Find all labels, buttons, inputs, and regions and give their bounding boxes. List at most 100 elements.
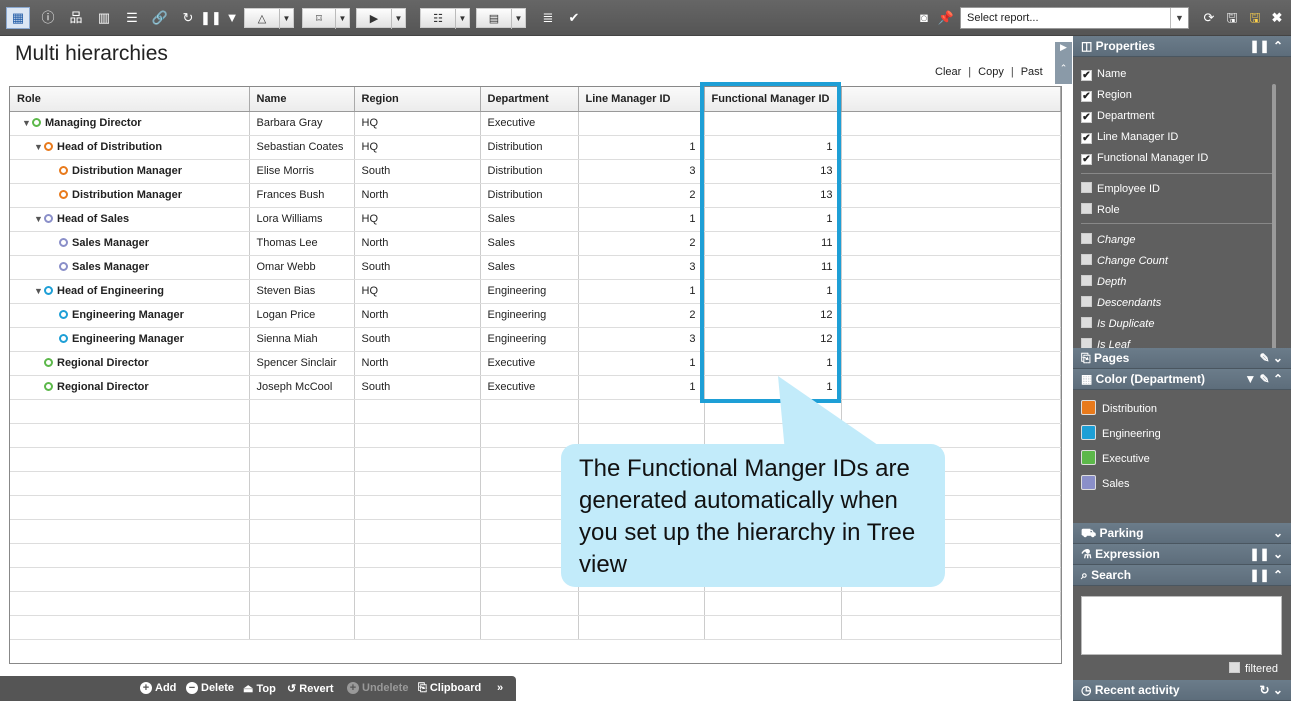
- recent-activity-header[interactable]: ◷ Recent activity ↻ ⌄: [1073, 680, 1291, 701]
- camera-icon[interactable]: ◙: [914, 8, 934, 28]
- role-cell[interactable]: ▼ Head of Sales: [10, 207, 250, 232]
- empty-cell[interactable]: [841, 111, 1061, 136]
- property-item[interactable]: Depth: [1081, 275, 1126, 288]
- add-button[interactable]: + Add: [140, 682, 176, 694]
- region-cell[interactable]: HQ: [354, 135, 481, 160]
- name-cell[interactable]: Elise Morris: [249, 159, 355, 184]
- role-cell[interactable]: Sales Manager: [10, 255, 250, 280]
- layout-dropdown[interactable]: ▤ ▼: [476, 8, 526, 29]
- line-manager-id-cell[interactable]: [578, 111, 705, 136]
- empty-cell[interactable]: [841, 399, 1061, 424]
- empty-cell[interactable]: [249, 567, 355, 592]
- department-cell[interactable]: Engineering: [480, 279, 579, 304]
- empty-cell[interactable]: [249, 519, 355, 544]
- department-cell[interactable]: Engineering: [480, 303, 579, 328]
- check-icon[interactable]: ✔: [564, 8, 584, 28]
- shape-dropdown[interactable]: △ ▼: [244, 8, 294, 29]
- table-row[interactable]: [10, 615, 1061, 640]
- empty-cell[interactable]: [354, 591, 481, 616]
- chart-view-icon[interactable]: ▥: [94, 8, 114, 28]
- empty-cell[interactable]: [841, 279, 1061, 304]
- empty-cell[interactable]: [841, 135, 1061, 160]
- name-cell[interactable]: Omar Webb: [249, 255, 355, 280]
- color-legend-item[interactable]: Executive: [1081, 450, 1150, 465]
- line-manager-id-cell[interactable]: 2: [578, 183, 705, 208]
- report-select[interactable]: Select report... ▼: [960, 7, 1189, 29]
- checkbox[interactable]: [1229, 662, 1240, 673]
- department-cell[interactable]: Distribution: [480, 183, 579, 208]
- property-item[interactable]: Employee ID: [1081, 182, 1160, 195]
- table-row[interactable]: ▼ Managing Director Barbara Gray HQ Executiv…: [10, 111, 1061, 136]
- checkbox[interactable]: ✔: [1081, 112, 1092, 123]
- name-cell[interactable]: Lora Williams: [249, 207, 355, 232]
- table-row[interactable]: [10, 591, 1061, 616]
- chevron-down-icon[interactable]: ⌄: [1273, 523, 1283, 544]
- top-button[interactable]: ⏏ Top: [243, 682, 276, 695]
- search-header[interactable]: ⌕ Search ❚❚ ⌃: [1073, 565, 1291, 586]
- property-item[interactable]: ✔ Region: [1081, 89, 1132, 102]
- color-legend-item[interactable]: Sales: [1081, 475, 1130, 490]
- empty-cell[interactable]: [841, 375, 1061, 400]
- empty-cell[interactable]: [354, 567, 481, 592]
- pages-header[interactable]: ⎘ Pages ✎ ⌄: [1073, 348, 1291, 369]
- refresh-icon[interactable]: ↻: [178, 8, 198, 28]
- color-swatch[interactable]: [1081, 450, 1096, 465]
- empty-cell[interactable]: [841, 231, 1061, 256]
- more-button[interactable]: »: [497, 682, 503, 694]
- region-cell[interactable]: North: [354, 351, 481, 376]
- empty-cell[interactable]: [249, 423, 355, 448]
- collapse-panel-button[interactable]: ▶ ⌃: [1055, 42, 1072, 84]
- line-manager-id-cell[interactable]: 1: [578, 207, 705, 232]
- empty-cell[interactable]: [841, 255, 1061, 280]
- empty-cell[interactable]: [249, 399, 355, 424]
- color-swatch[interactable]: [1081, 425, 1096, 440]
- pause-expand-controls[interactable]: ❚❚ ⌄: [1250, 544, 1284, 565]
- empty-cell[interactable]: [249, 591, 355, 616]
- role-cell[interactable]: ▼ Head of Distribution: [10, 135, 250, 160]
- column-header-region[interactable]: Region: [354, 87, 481, 112]
- table-row[interactable]: Regional Director Spencer Sinclair North Ex…: [10, 351, 1061, 376]
- empty-cell[interactable]: [354, 519, 481, 544]
- copy-link[interactable]: Copy: [978, 66, 1004, 78]
- department-cell[interactable]: Executive: [480, 351, 579, 376]
- name-cell[interactable]: Barbara Gray: [249, 111, 355, 136]
- filter-icon[interactable]: ▼: [222, 8, 242, 28]
- empty-cell[interactable]: [578, 615, 705, 640]
- department-cell[interactable]: Engineering: [480, 327, 579, 352]
- edit-expand-controls[interactable]: ✎ ⌄: [1260, 348, 1283, 369]
- department-cell[interactable]: Distribution: [480, 135, 579, 160]
- clipboard-button[interactable]: ⎘ Clipboard: [418, 682, 481, 695]
- table-row[interactable]: Sales Manager Omar Webb South Sales 3 11: [10, 255, 1061, 280]
- empty-cell[interactable]: [354, 399, 481, 424]
- list-view-icon[interactable]: ☰: [122, 8, 142, 28]
- empty-cell[interactable]: [10, 519, 250, 544]
- region-cell[interactable]: South: [354, 159, 481, 184]
- name-cell[interactable]: Joseph McCool: [249, 375, 355, 400]
- empty-cell[interactable]: [249, 615, 355, 640]
- property-item[interactable]: Role: [1081, 203, 1120, 216]
- tree-view-icon[interactable]: 品: [66, 8, 86, 28]
- table-row[interactable]: Regional Director Joseph McCool South Execu…: [10, 375, 1061, 400]
- table-row[interactable]: Engineering Manager Logan Price North Engin…: [10, 303, 1061, 328]
- line-manager-id-cell[interactable]: 2: [578, 303, 705, 328]
- color-legend-item[interactable]: Distribution: [1081, 400, 1157, 415]
- empty-cell[interactable]: [10, 495, 250, 520]
- name-cell[interactable]: Sienna Miah: [249, 327, 355, 352]
- pause-icon[interactable]: ❚❚: [200, 8, 222, 28]
- role-cell[interactable]: Engineering Manager: [10, 327, 250, 352]
- save-icon[interactable]: 🖫: [1245, 8, 1265, 28]
- name-cell[interactable]: Spencer Sinclair: [249, 351, 355, 376]
- property-item[interactable]: Descendants: [1081, 296, 1161, 309]
- empty-cell[interactable]: [10, 567, 250, 592]
- delete-button[interactable]: − Delete: [186, 682, 234, 694]
- properties-scrollbar[interactable]: [1272, 84, 1276, 369]
- expand-triangle-icon[interactable]: ▼: [34, 214, 44, 224]
- region-cell[interactable]: North: [354, 231, 481, 256]
- property-item[interactable]: ✔ Functional Manager ID: [1081, 152, 1208, 165]
- region-cell[interactable]: HQ: [354, 279, 481, 304]
- property-item[interactable]: ✔ Line Manager ID: [1081, 131, 1178, 144]
- region-cell[interactable]: North: [354, 303, 481, 328]
- line-manager-id-cell[interactable]: 3: [578, 327, 705, 352]
- line-manager-id-cell[interactable]: 1: [578, 375, 705, 400]
- empty-cell[interactable]: [354, 543, 481, 568]
